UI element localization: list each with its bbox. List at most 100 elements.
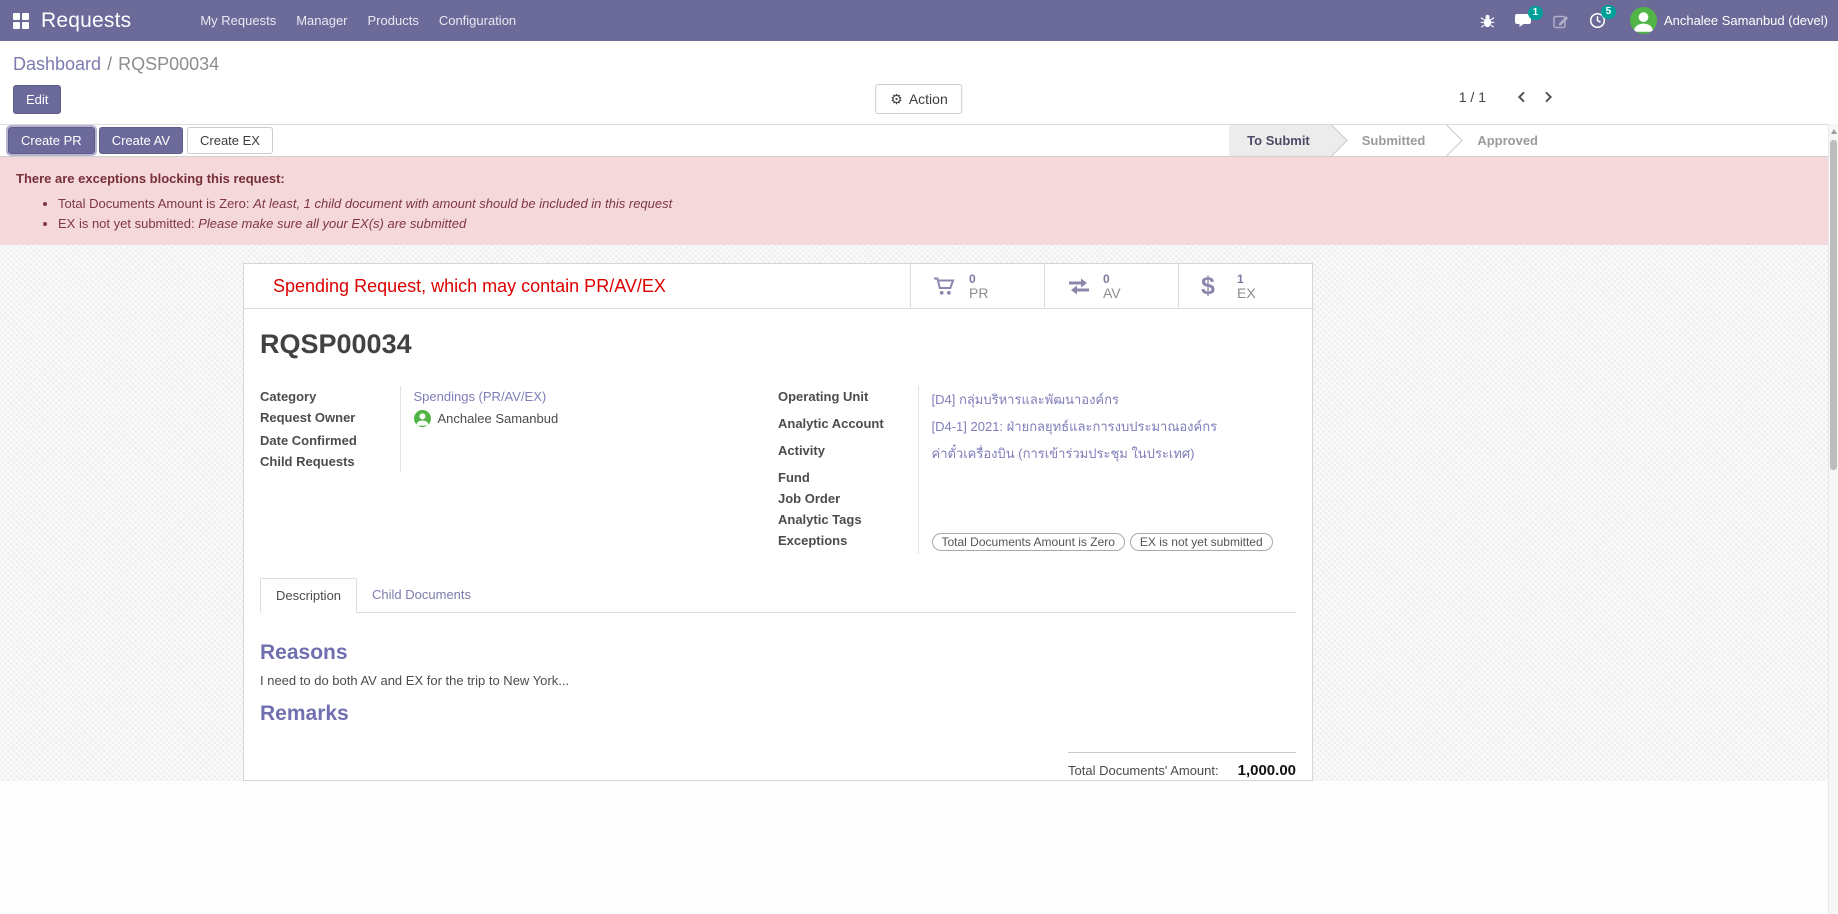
sheet-header: Spending Request, which may contain PR/A… [244, 264, 1312, 309]
messages-badge: 1 [1528, 6, 1543, 20]
field-value-fund [918, 467, 1280, 488]
stat-ex-value: 1 [1237, 272, 1256, 286]
field-group-right: Operating Unit [D4] กลุ่มบริหารและพัฒนาอ… [778, 386, 1296, 554]
notebook-tabs: Description Child Documents [260, 578, 1296, 613]
total-amount-value: 1,000.00 [1238, 762, 1296, 779]
reasons-text: I need to do both AV and EX for the trip… [260, 673, 1296, 688]
statusbar: To Submit Submitted Approved [1229, 125, 1560, 156]
field-label-activity: Activity [778, 440, 918, 467]
field-value-analytic-account[interactable]: [D4-1] 2021: ฝ่ายกลยุทธ์และการงบประมาณอง… [932, 419, 1218, 434]
action-button[interactable]: Action [875, 84, 962, 114]
status-step-submitted[interactable]: Submitted [1332, 125, 1448, 156]
field-label-analytic-account: Analytic Account [778, 413, 918, 440]
apps-grid-icon[interactable] [13, 13, 29, 29]
field-label-operating-unit: Operating Unit [778, 386, 918, 413]
field-label-child-requests: Child Requests [260, 451, 400, 472]
reasons-heading: Reasons [260, 641, 1296, 665]
pager-next-icon[interactable] [1540, 89, 1556, 105]
remarks-heading: Remarks [260, 702, 1296, 726]
messages-icon[interactable]: 1 [1515, 13, 1533, 29]
top-navbar: Requests My Requests Manager Products Co… [0, 0, 1838, 41]
pager-value: 1 / 1 [1459, 89, 1486, 105]
create-pr-button[interactable]: Create PR [8, 127, 95, 154]
total-documents-amount: Total Documents' Amount: 1,000.00 [1068, 752, 1296, 779]
cart-icon [933, 276, 959, 297]
form-header-bar: Create PR Create AV Create EX To Submit … [0, 124, 1838, 157]
total-amount-label: Total Documents' Amount: [1068, 763, 1219, 778]
create-ex-button[interactable]: Create EX [187, 127, 273, 154]
dollar-icon: $ [1201, 272, 1227, 301]
field-value-child-requests [400, 451, 762, 472]
navbar-systray: 1 5 Anchalee Samanbud (devel) [1470, 7, 1838, 34]
activities-clock-icon[interactable]: 5 [1589, 12, 1606, 29]
alert-item: EX is not yet submitted: Please make sur… [58, 216, 1822, 231]
tab-description[interactable]: Description [260, 578, 357, 613]
field-label-fund: Fund [778, 467, 918, 488]
alert-title: There are exceptions blocking this reque… [16, 171, 1822, 186]
form-sheet: Spending Request, which may contain PR/A… [243, 263, 1313, 781]
field-label-date-confirmed: Date Confirmed [260, 430, 400, 451]
nav-item-products[interactable]: Products [359, 13, 428, 28]
compose-note-icon[interactable] [1553, 13, 1569, 29]
header-buttons: Create PR Create AV Create EX [0, 127, 273, 154]
breadcrumb: Dashboard/RQSP00034 [0, 41, 1838, 75]
field-value-operating-unit[interactable]: [D4] กลุ่มบริหารและพัฒนาองค์กร [932, 392, 1119, 407]
field-value-date-confirmed [400, 430, 762, 451]
pager: 1 / 1 [1459, 89, 1556, 105]
scrollbar-up-arrow-icon[interactable] [1829, 124, 1838, 139]
chatter-area [0, 781, 1838, 914]
app-brand[interactable]: Requests [41, 9, 131, 33]
nav-item-configuration[interactable]: Configuration [430, 13, 525, 28]
stat-av-label: AV [1103, 286, 1121, 301]
breadcrumb-current: RQSP00034 [118, 54, 219, 74]
request-type-banner: Spending Request, which may contain PR/A… [244, 264, 910, 308]
stat-pr-value: 0 [969, 272, 988, 286]
control-panel: Dashboard/RQSP00034 Edit Action 1 / 1 [0, 41, 1838, 124]
field-value-category[interactable]: Spendings (PR/AV/EX) [414, 389, 547, 404]
stat-buttons: 0PR 0AV $ 1EX [910, 264, 1312, 308]
exchange-icon [1067, 277, 1093, 296]
status-step-approved[interactable]: Approved [1447, 125, 1560, 156]
debug-bug-icon[interactable] [1480, 13, 1495, 29]
field-value-request-owner[interactable]: Anchalee Samanbud [438, 411, 559, 426]
field-value-activity[interactable]: ค่าตั๋วเครื่องบิน (การเข้าร่วมประชุม ในป… [932, 446, 1195, 461]
alert-list: Total Documents Amount is Zero: At least… [58, 196, 1822, 231]
stat-pr-label: PR [969, 286, 988, 301]
scrollbar-thumb[interactable] [1830, 140, 1837, 470]
field-label-analytic-tags: Analytic Tags [778, 509, 918, 530]
field-value-job-order [918, 488, 1280, 509]
stat-button-av[interactable]: 0AV [1044, 264, 1178, 308]
user-avatar[interactable] [1630, 7, 1657, 34]
exception-tag: Total Documents Amount is Zero [932, 533, 1125, 551]
field-groups: Category Spendings (PR/AV/EX) Request Ow… [260, 386, 1296, 554]
user-menu[interactable]: Anchalee Samanbud (devel) [1664, 13, 1828, 28]
pager-previous-icon[interactable] [1514, 89, 1530, 105]
main-menu: My Requests Manager Products Configurati… [191, 13, 525, 28]
exceptions-alert: There are exceptions blocking this reque… [0, 157, 1838, 245]
field-group-left: Category Spendings (PR/AV/EX) Request Ow… [260, 386, 778, 554]
field-label-request-owner: Request Owner [260, 407, 400, 430]
create-av-button[interactable]: Create AV [99, 127, 183, 154]
breadcrumb-dashboard[interactable]: Dashboard [13, 54, 101, 74]
exception-tag: EX is not yet submitted [1130, 533, 1273, 551]
status-step-to-submit[interactable]: To Submit [1229, 125, 1332, 156]
field-label-exceptions: Exceptions [778, 530, 918, 554]
stat-ex-label: EX [1237, 286, 1256, 301]
record-title: RQSP00034 [260, 329, 1296, 360]
edit-button[interactable]: Edit [13, 85, 61, 114]
nav-item-manager[interactable]: Manager [287, 13, 356, 28]
field-label-category: Category [260, 386, 400, 407]
stat-button-ex[interactable]: $ 1EX [1178, 264, 1312, 308]
vertical-scrollbar[interactable] [1828, 124, 1838, 914]
exception-tags: Total Documents Amount is Zero EX is not… [932, 533, 1281, 551]
description-tab-content: Reasons I need to do both AV and EX for … [260, 641, 1296, 779]
owner-avatar [414, 410, 431, 427]
stat-av-value: 0 [1103, 272, 1121, 286]
alert-item: Total Documents Amount is Zero: At least… [58, 196, 1822, 211]
field-label-job-order: Job Order [778, 488, 918, 509]
stat-button-pr[interactable]: 0PR [910, 264, 1044, 308]
tab-child-documents[interactable]: Child Documents [357, 578, 486, 612]
nav-item-my-requests[interactable]: My Requests [191, 13, 285, 28]
field-value-analytic-tags [918, 509, 1280, 530]
activities-badge: 5 [1601, 5, 1616, 19]
